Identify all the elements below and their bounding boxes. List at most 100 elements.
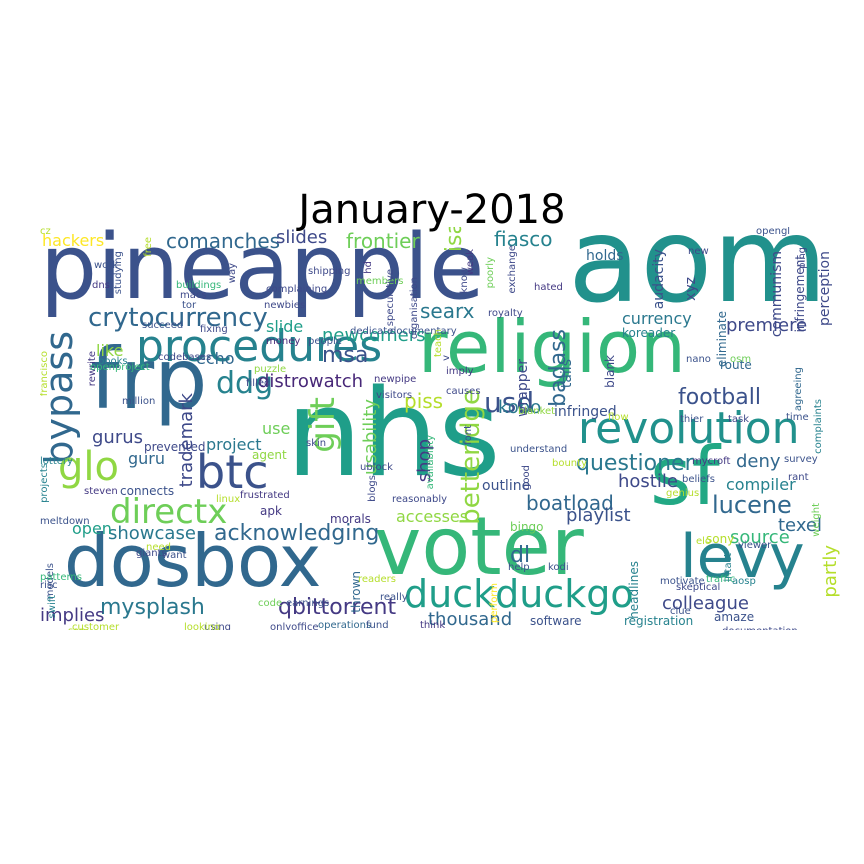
cloud-word: mysplash — [100, 595, 205, 620]
cloud-word: opengl — [756, 227, 791, 237]
cloud-word: fund — [366, 620, 389, 631]
cloud-word: apk — [260, 504, 282, 518]
cloud-word: perform — [489, 583, 500, 623]
cloud-word: kodi — [548, 562, 569, 573]
cloud-word: weight — [811, 503, 822, 537]
cloud-word: complaining — [266, 284, 328, 295]
cloud-word: use — [262, 419, 291, 438]
cloud-word: operations — [318, 620, 372, 631]
cloud-word: onlyoffice — [270, 622, 319, 631]
cloud-word: time — [786, 412, 809, 423]
cloud-word: imply — [446, 366, 474, 377]
cloud-word: code — [258, 598, 283, 609]
cloud-word: slides — [276, 227, 328, 248]
cloud-word: ping — [797, 247, 808, 269]
cloud-word: new — [688, 246, 709, 257]
cloud-word: teach — [433, 329, 444, 358]
cloud-word: complaints — [813, 399, 824, 454]
cloud-word: communism — [769, 251, 785, 338]
cloud-word: fiasco — [494, 227, 553, 251]
cloud-word: money — [266, 336, 301, 347]
cloud-word: duckduckgo — [404, 572, 634, 616]
cloud-word: amaze — [714, 610, 755, 624]
cloud-word: deny — [736, 451, 781, 472]
cloud-word: succeed — [142, 320, 184, 331]
cloud-word: xyz — [683, 277, 699, 301]
cloud-word: looking — [184, 622, 221, 631]
cloud-word: reasonably — [392, 494, 448, 505]
cloud-word: koreader — [622, 326, 676, 340]
cloud-word: searx — [420, 299, 475, 323]
cloud-word: prevented — [144, 440, 206, 454]
cloud-word: software — [530, 614, 582, 628]
cloud-word: beliefs — [682, 474, 715, 485]
cloud-word: connects — [120, 484, 175, 498]
cloud-word: san — [68, 627, 86, 631]
cloud-word: way — [227, 263, 238, 284]
cloud-word: documentation — [722, 627, 798, 631]
cloud-word: projects — [40, 463, 50, 503]
cloud-word: hated — [534, 282, 563, 293]
cloud-word: need — [146, 542, 171, 553]
cloud-word: newbies — [264, 300, 306, 311]
cloud-word: mycroft — [692, 456, 731, 467]
cloud-word: understand — [510, 444, 568, 455]
cloud-word: earnings — [286, 598, 330, 609]
cloud-word: font — [463, 425, 474, 445]
cloud-word: organisation — [409, 277, 420, 340]
cloud-word: viewer — [738, 540, 772, 551]
cloud-word: speculative — [385, 269, 396, 327]
cloud-word: intact — [723, 553, 734, 582]
cloud-word: perception — [817, 251, 833, 326]
cloud-word: good — [521, 465, 532, 490]
cloud-word: skeptical — [676, 582, 721, 593]
cloud-word: work — [94, 260, 119, 271]
cloud-word: dedicate — [350, 326, 394, 337]
cloud-word: comanches — [166, 229, 281, 253]
cloud-word: msa — [322, 343, 369, 368]
cloud-word: books — [98, 356, 128, 367]
cloud-word: filled — [246, 378, 271, 389]
cloud-word: royalty — [488, 308, 523, 319]
cloud-word: audacity — [651, 249, 667, 310]
cloud-word: headlines — [627, 561, 641, 619]
word-cloud: aom pineapple nhs religion frp sf voter dosbox l… — [40, 227, 840, 630]
cloud-word: shipping — [308, 266, 351, 277]
cloud-word: lucene — [712, 491, 792, 519]
cloud-word: partly — [820, 545, 840, 598]
cloud-word: help — [508, 562, 530, 573]
cloud-word: newpipe — [374, 374, 417, 385]
cloud-word: really — [380, 592, 408, 603]
cloud-word: thier — [680, 414, 704, 425]
cloud-word: tails — [559, 359, 575, 389]
cloud-word: osm — [730, 354, 752, 365]
cloud-word: bounty — [552, 458, 587, 469]
cloud-word: free — [143, 237, 154, 257]
cloud-word: readers — [358, 574, 396, 585]
cloud-word: fixing — [200, 324, 228, 335]
cloud-word: linux — [216, 494, 241, 505]
cloud-word: gurus — [92, 427, 144, 448]
cloud-word: accesses — [396, 507, 469, 526]
cloud-word: genius — [666, 488, 700, 499]
cloud-word: ublock — [360, 462, 393, 473]
cloud-word: million — [122, 396, 156, 407]
cloud-word: availability — [425, 435, 436, 490]
cloud-word: elo — [696, 536, 712, 547]
cloud-word: nano — [686, 354, 711, 365]
cloud-word: causes — [446, 386, 481, 397]
cloud-word: documentary — [390, 326, 457, 337]
cloud-word: members — [356, 276, 404, 287]
cloud-word: betteridge — [456, 389, 486, 525]
cloud-word: agreeing — [793, 367, 804, 412]
cloud-word: hackers — [42, 231, 105, 250]
cloud-word: studying — [113, 251, 124, 295]
cloud-word: exchange — [507, 245, 518, 294]
cloud-word: holds — [586, 248, 624, 264]
cloud-word: playlist — [566, 505, 631, 526]
cloud-word: visitors — [376, 390, 413, 401]
cloud-word: steven — [84, 486, 118, 497]
cloud-word: frustrated — [240, 490, 290, 501]
cloud-word: dns — [92, 280, 110, 291]
cloud-word: blanket — [518, 406, 556, 417]
